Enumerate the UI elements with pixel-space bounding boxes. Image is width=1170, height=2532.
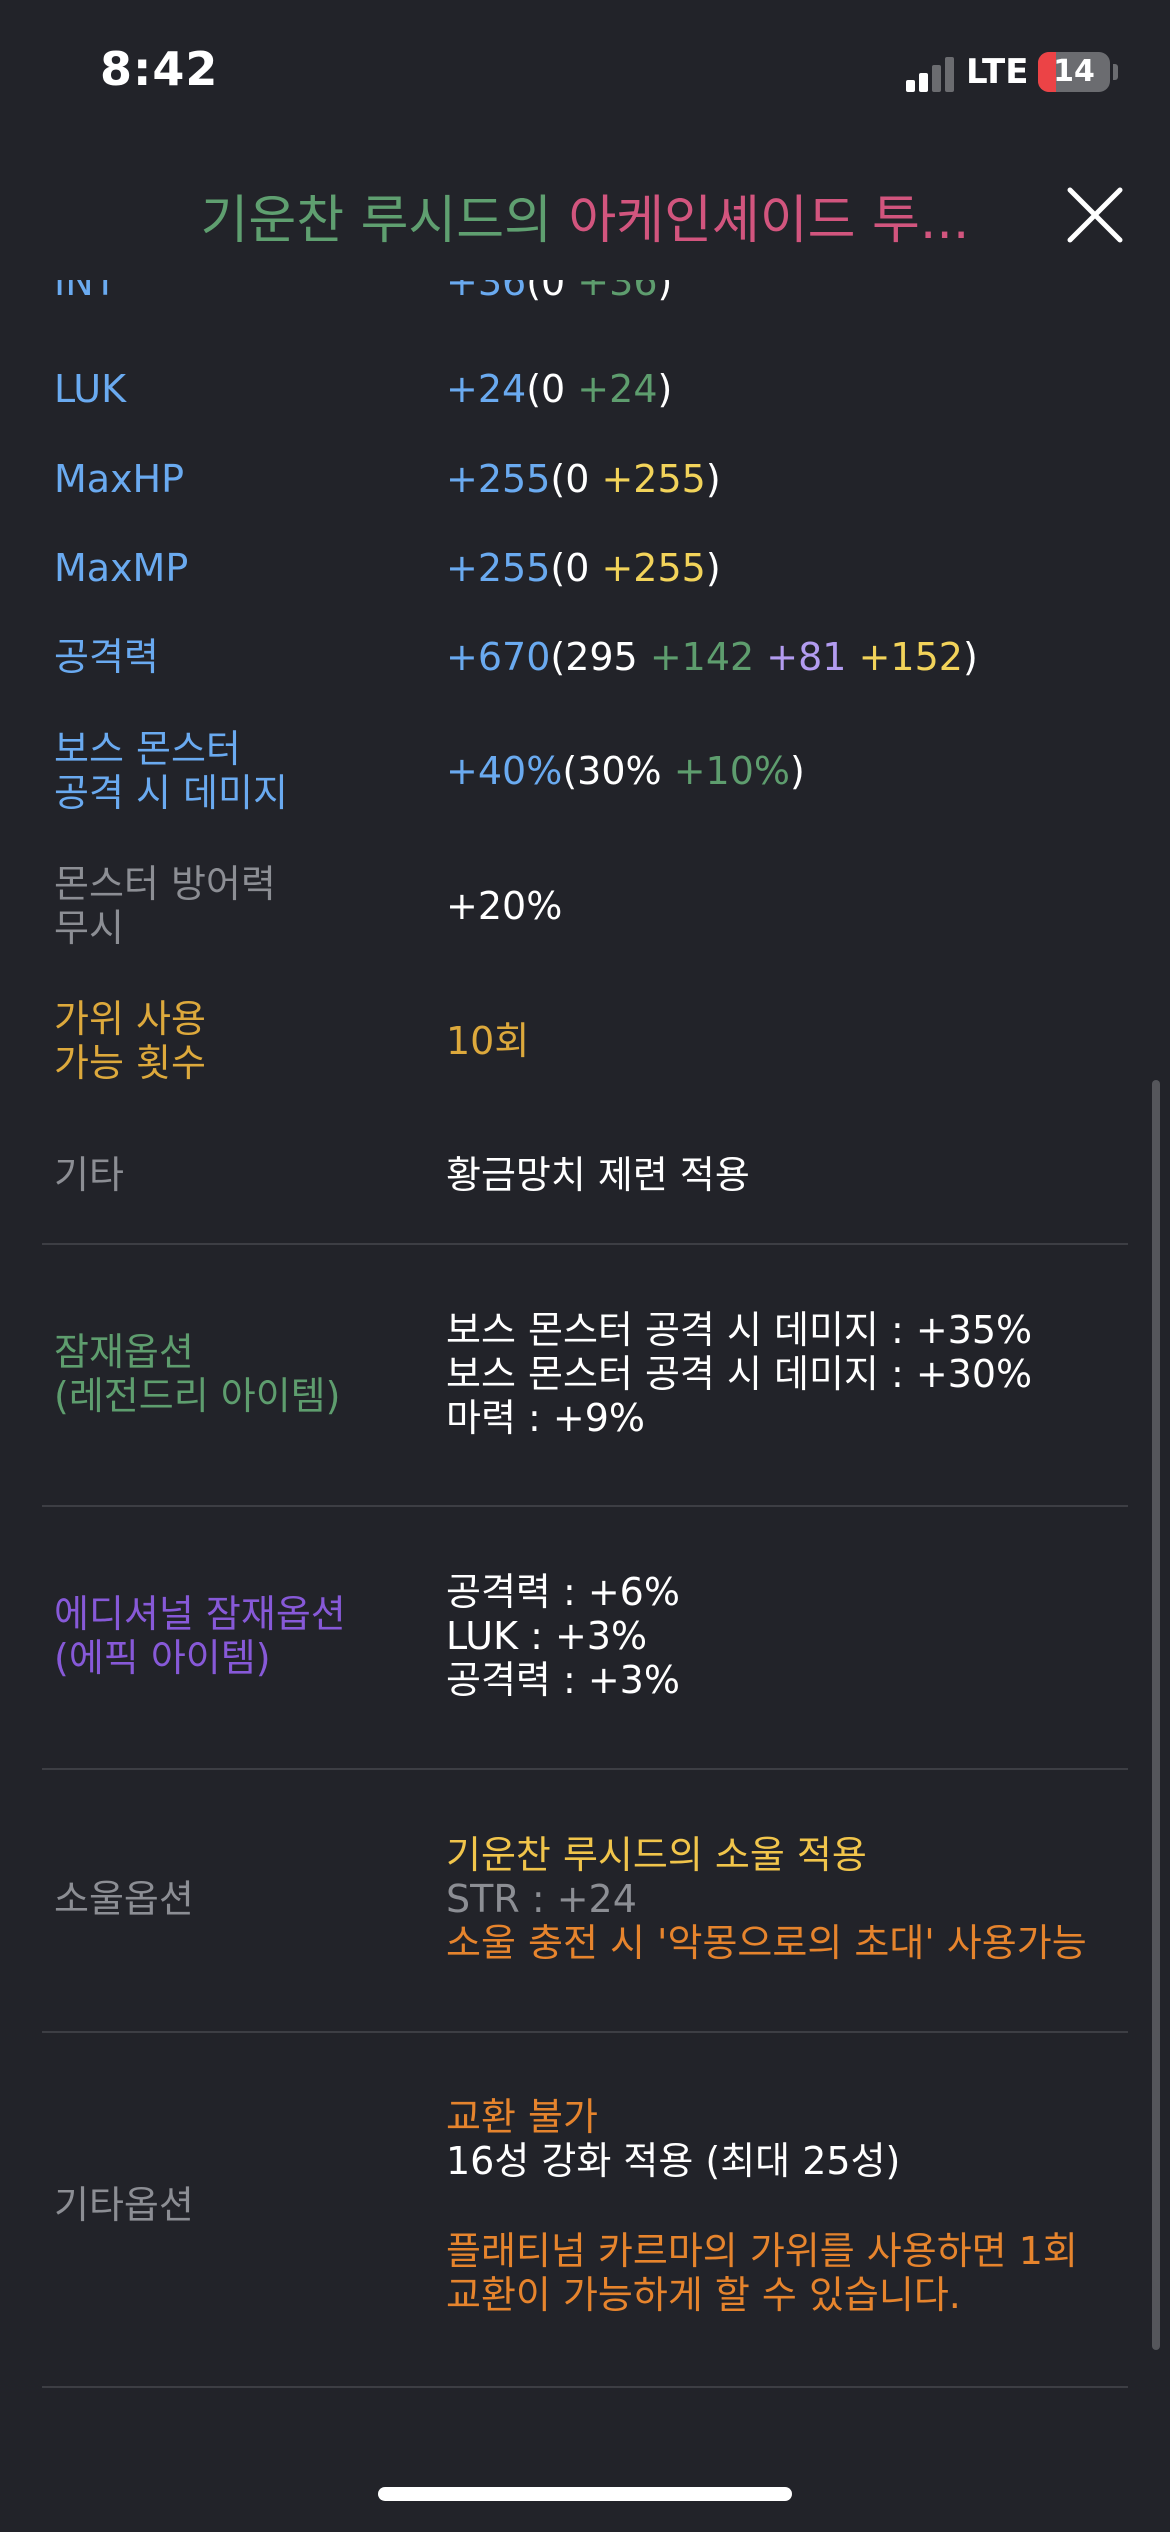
item-stats-list[interactable]: INT +36(0 +36) LUK +24(0 +24) MaxHP +255… [0, 280, 1170, 2410]
divider [42, 2031, 1128, 2033]
section-label-line2: (에픽 아이템) [54, 1636, 271, 1680]
stat-value: 황금망치 제련 적용 [446, 1153, 750, 1197]
karma-notice-line1: 플래티넘 카르마의 가위를 사용하면 1회 [446, 2229, 1078, 2273]
potential-line: 보스 몬스터 공격 시 데미지 : +30% [446, 1352, 1033, 1396]
title-owner: 기운찬 루시드의 [200, 191, 552, 251]
section-label-line1: 잠재옵션 [54, 1330, 194, 1374]
starforce-info: 16성 강화 적용 (최대 25성) [446, 2139, 901, 2183]
close-icon [1067, 187, 1123, 243]
battery-tip [1113, 64, 1118, 80]
divider [42, 2386, 1128, 2388]
title-item-name: 아케인셰이드 투... [568, 191, 970, 251]
stat-label: INT [54, 280, 117, 304]
home-indicator[interactable] [378, 2487, 792, 2501]
divider [42, 1768, 1128, 1770]
stat-value: +24(0 +24) [446, 367, 673, 411]
signal-icon [906, 56, 956, 92]
status-bar: 8:42 LTE 14 [0, 0, 1170, 150]
status-time: 8:42 [100, 42, 219, 96]
stat-value: +670(295 +142 +81 +152) [446, 635, 978, 679]
section-label: 기타옵션 [54, 2183, 194, 2227]
stat-label: MaxMP [54, 546, 189, 590]
stat-value: +20% [446, 884, 563, 928]
header: 기운찬 루시드의 아케인셰이드 투... [0, 150, 1170, 280]
stat-label-line1: 가위 사용 [54, 997, 206, 1041]
stat-value: +255(0 +255) [446, 457, 721, 501]
item-detail-screen: 8:42 LTE 14 기운찬 루시드의 아케인셰이드 투... INT +36… [0, 0, 1170, 2532]
stat-value: +40%(30% +10%) [446, 749, 805, 793]
potential-line: 마력 : +9% [446, 1396, 646, 1440]
section-label: 소울옵션 [54, 1877, 194, 1921]
potential-line: 보스 몬스터 공격 시 데미지 : +35% [446, 1308, 1033, 1352]
stat-label-line2: 무시 [54, 906, 124, 950]
network-type: LTE [966, 52, 1029, 92]
trade-status: 교환 불가 [446, 2095, 598, 2139]
stat-value: +255(0 +255) [446, 546, 721, 590]
soul-name: 기운찬 루시드의 소울 적용 [446, 1833, 867, 1877]
additional-potential-line: 공격력 : +6% [446, 1570, 680, 1614]
karma-notice-line2: 교환이 가능하게 할 수 있습니다. [446, 2273, 961, 2317]
soul-skill: 소울 충전 시 '악몽으로의 초대' 사용가능 [446, 1921, 1087, 1965]
section-label-line2: (레전드리 아이템) [54, 1374, 341, 1418]
stat-label-line2: 가능 횟수 [54, 1041, 206, 1085]
stat-label-line2: 공격 시 데미지 [54, 771, 288, 815]
battery-level-text: 14 [1053, 54, 1095, 89]
stat-label: LUK [54, 367, 127, 411]
stat-label-line1: 보스 몬스터 [54, 727, 241, 771]
stat-label: 공격력 [54, 635, 159, 679]
soul-stat: STR : +24 [446, 1877, 637, 1921]
additional-potential-line: LUK : +3% [446, 1614, 648, 1658]
scrollbar[interactable] [1152, 1080, 1160, 2350]
stat-value: +36(0 +36) [446, 280, 673, 304]
divider [42, 1243, 1128, 1245]
item-title: 기운찬 루시드의 아케인셰이드 투... [170, 178, 1000, 253]
stat-label-line1: 몬스터 방어력 [54, 862, 276, 906]
divider [42, 1505, 1128, 1507]
battery-icon: 14 [1038, 52, 1110, 92]
close-button[interactable] [1062, 182, 1128, 248]
section-label-line1: 에디셔널 잠재옵션 [54, 1592, 346, 1636]
additional-potential-line: 공격력 : +3% [446, 1658, 680, 1702]
stat-label: MaxHP [54, 457, 185, 501]
stat-label: 기타 [54, 1153, 124, 1197]
stat-value: 10회 [446, 1019, 530, 1063]
